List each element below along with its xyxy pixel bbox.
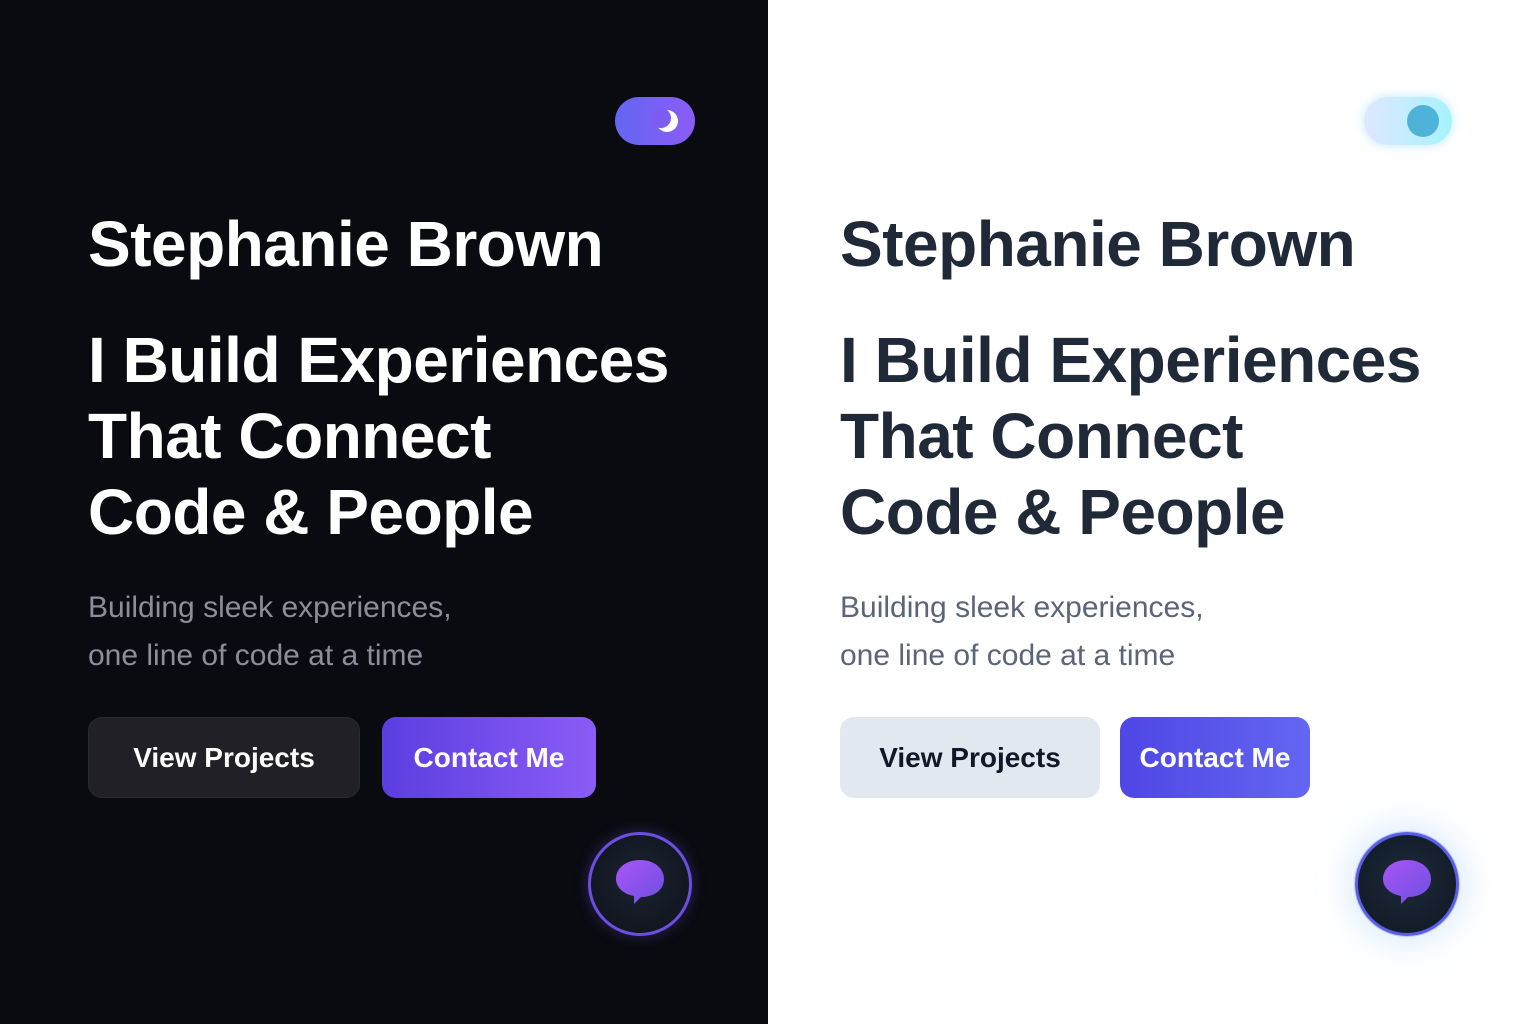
chat-bubble-icon (612, 856, 668, 913)
contact-me-button[interactable]: Contact Me (382, 717, 596, 798)
dark-theme-panel: Stephanie Brown I Build Experiences That… (0, 0, 768, 1024)
hero-headline: I Build Experiences That Connect Code & … (88, 322, 669, 550)
headline-line: I Build Experiences (840, 324, 1421, 396)
headline-line: That Connect (88, 400, 491, 472)
sun-knob-icon (1407, 105, 1439, 137)
theme-toggle[interactable] (615, 97, 695, 145)
hero-name: Stephanie Brown (840, 208, 1356, 280)
theme-toggle[interactable] (1364, 97, 1452, 145)
headline-line: I Build Experiences (88, 324, 669, 396)
headline-line: Code & People (88, 476, 534, 548)
tagline-line: Building sleek experiences, (88, 591, 452, 624)
chat-button[interactable] (1355, 832, 1459, 936)
headline-line: That Connect (840, 400, 1243, 472)
contact-me-button[interactable]: Contact Me (1120, 717, 1310, 798)
view-projects-button[interactable]: View Projects (88, 717, 360, 798)
chat-button[interactable] (588, 832, 692, 936)
hero-headline: I Build Experiences That Connect Code & … (840, 322, 1421, 550)
view-projects-button[interactable]: View Projects (840, 717, 1100, 798)
tagline-line: one line of code at a time (88, 639, 424, 672)
chat-bubble-icon (1379, 856, 1435, 913)
hero-tagline: Building sleek experiences, one line of … (88, 584, 452, 680)
hero-tagline: Building sleek experiences, one line of … (840, 584, 1204, 680)
tagline-line: one line of code at a time (840, 639, 1176, 672)
tagline-line: Building sleek experiences, (840, 591, 1204, 624)
hero-name: Stephanie Brown (88, 208, 604, 280)
light-theme-panel: Stephanie Brown I Build Experiences That… (768, 0, 1536, 1024)
headline-line: Code & People (840, 476, 1286, 548)
moon-icon (651, 105, 683, 137)
